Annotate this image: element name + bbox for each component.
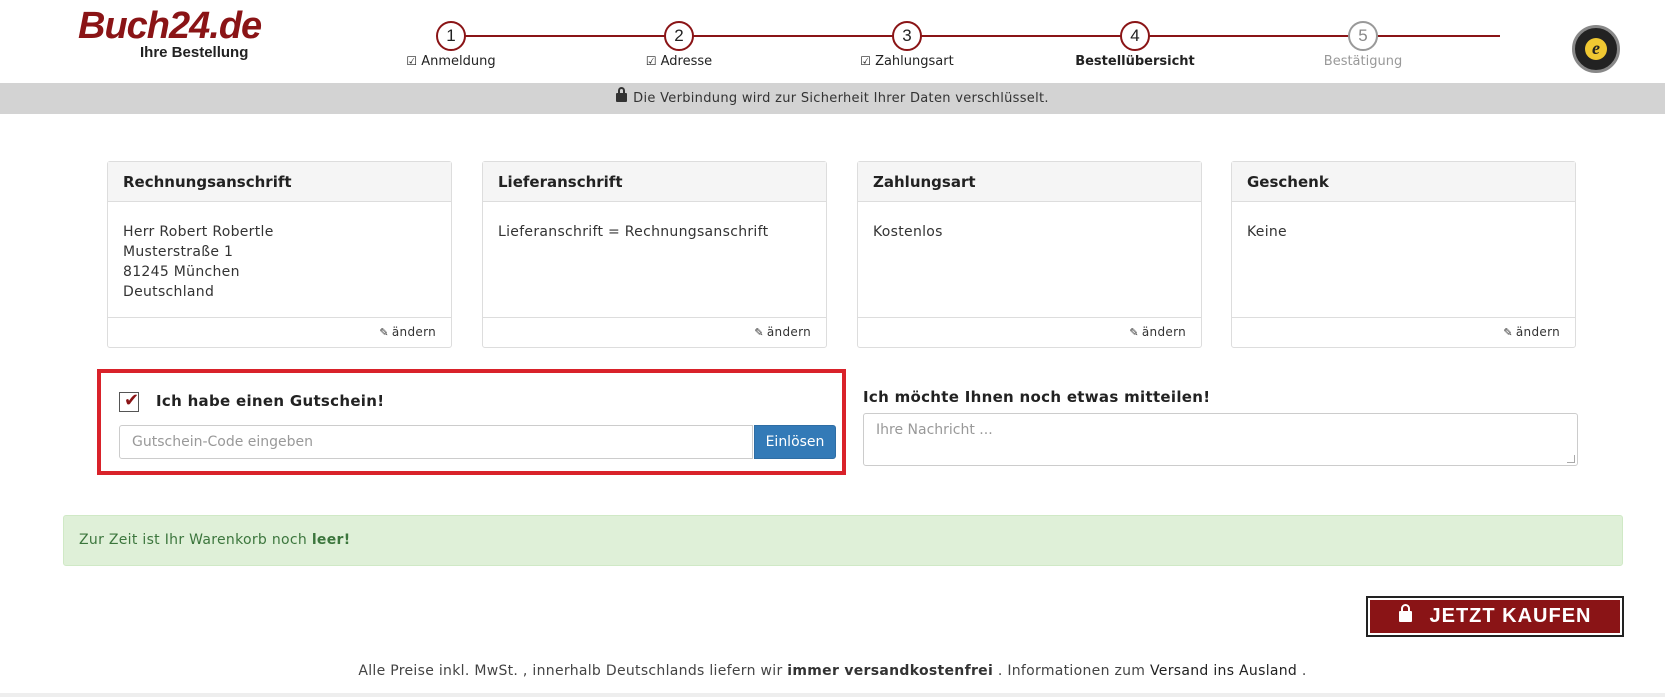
address-line: Deutschland [123, 284, 215, 300]
header: Buch24.de Ihre Bestellung 1 2 3 4 5 ☑ Anm… [0, 0, 1665, 83]
step-3-label[interactable]: ☑ Zahlungsart [860, 54, 953, 69]
lock-icon [1398, 604, 1412, 622]
coupon-label[interactable]: Ich habe einen Gutschein! [156, 392, 384, 410]
card-payment-method: Zahlungsart Kostenlos ✎ ändern [857, 161, 1202, 348]
address-line: 81245 München [123, 264, 240, 280]
message-placeholder: Ihre Nachricht ... [876, 422, 993, 438]
pencil-icon: ✎ [1503, 326, 1513, 339]
secure-connection-bar: Die Verbindung wird zur Sicherheit Ihrer… [0, 83, 1665, 114]
card-body: Lieferanschrift = Rechnungsanschrift [483, 202, 826, 317]
buy-now-button[interactable]: JETZT KAUFEN [1366, 596, 1624, 637]
edit-gift-link[interactable]: ✎ ändern [1232, 317, 1575, 347]
message-label: Ich möchte Ihnen noch etwas mitteilen! [863, 388, 1211, 406]
step-1-label[interactable]: ☑ Anmeldung [406, 54, 495, 69]
card-title: Geschenk [1232, 162, 1575, 202]
footer-text-3: . [1297, 663, 1307, 679]
card-title: Rechnungsanschrift [108, 162, 451, 202]
secure-text: Die Verbindung wird zur Sicherheit Ihrer… [633, 91, 1049, 106]
step-2-label[interactable]: ☑ Adresse [646, 54, 712, 69]
gift-line: Keine [1247, 224, 1287, 240]
shipping-line: Lieferanschrift = Rechnungsanschrift [498, 224, 769, 240]
edit-label: ändern [1141, 325, 1186, 339]
footer-divider [0, 693, 1665, 697]
footer-text-1: Alle Preise inkl. MwSt. , innerhalb Deut… [358, 663, 788, 679]
coupon-section: ✔ Ich habe einen Gutschein! Gutschein-Co… [97, 369, 846, 475]
redeem-button[interactable]: Einlösen [754, 425, 836, 459]
step-connector [465, 35, 1500, 37]
step-2-circle[interactable]: 2 [664, 21, 694, 51]
card-gift: Geschenk Keine ✎ ändern [1231, 161, 1576, 348]
step-1-text: Anmeldung [421, 54, 496, 69]
footer-text-2: . Informationen zum [993, 663, 1150, 679]
payment-line: Kostenlos [873, 224, 943, 240]
address-line: Herr Robert Robertle [123, 224, 274, 240]
step-5-label: Bestätigung [1323, 54, 1403, 69]
alert-text: Zur Zeit ist Ihr Warenkorb noch [79, 532, 312, 548]
cart-empty-alert: Zur Zeit ist Ihr Warenkorb noch leer! [63, 515, 1623, 566]
edit-payment-link[interactable]: ✎ ändern [858, 317, 1201, 347]
card-title: Lieferanschrift [483, 162, 826, 202]
alert-bold: leer! [311, 532, 351, 548]
address-line: Musterstraße 1 [123, 244, 234, 260]
edit-billing-link[interactable]: ✎ ändern [108, 317, 451, 347]
step-4-label: Bestellübersicht [1075, 54, 1195, 69]
checkmark-icon: ✔ [124, 390, 140, 411]
buy-now-label: JETZT KAUFEN [1429, 605, 1592, 627]
edit-label: ändern [1515, 325, 1560, 339]
pencil-icon: ✎ [1129, 326, 1139, 339]
coupon-code-input[interactable]: Gutschein-Code eingeben [119, 425, 753, 459]
buy-now-inner: JETZT KAUFEN [1370, 600, 1620, 633]
lock-icon [616, 87, 628, 102]
edit-label: ändern [391, 325, 436, 339]
card-body: Herr Robert Robertle Musterstraße 1 8124… [108, 202, 451, 317]
card-shipping-address: Lieferanschrift Lieferanschrift = Rechnu… [482, 161, 827, 348]
resize-handle-icon[interactable] [1567, 455, 1575, 463]
checkout-steps: 1 2 3 4 5 ☑ Anmeldung ☑ Adresse ☑ Zahlungsa… [0, 0, 1665, 83]
trusted-shops-icon[interactable]: e [1572, 25, 1620, 73]
pencil-icon: ✎ [379, 326, 389, 339]
card-body: Keine [1232, 202, 1575, 317]
trusted-shops-e-icon: e [1585, 38, 1607, 60]
check-square-icon: ☑ [645, 54, 657, 68]
coupon-checkbox[interactable]: ✔ [119, 390, 140, 412]
step-2-text: Adresse [660, 54, 713, 69]
step-5-circle: 5 [1348, 21, 1378, 51]
step-4-circle: 4 [1120, 21, 1150, 51]
footer-note: Alle Preise inkl. MwSt. , innerhalb Deut… [0, 663, 1665, 679]
card-billing-address: Rechnungsanschrift Herr Robert Robertle … [107, 161, 452, 348]
message-textarea[interactable]: Ihre Nachricht ... [863, 413, 1578, 466]
step-3-circle[interactable]: 3 [892, 21, 922, 51]
shipping-abroad-link[interactable]: Versand ins Ausland [1150, 663, 1297, 679]
card-body: Kostenlos [858, 202, 1201, 317]
step-3-text: Zahlungsart [875, 54, 954, 69]
step-1-circle[interactable]: 1 [436, 21, 466, 51]
edit-label: ändern [766, 325, 811, 339]
edit-shipping-link[interactable]: ✎ ändern [483, 317, 826, 347]
footer-bold: immer versandkostenfrei [787, 663, 994, 679]
check-square-icon: ☑ [860, 54, 872, 68]
pencil-icon: ✎ [754, 326, 764, 339]
card-title: Zahlungsart [858, 162, 1201, 202]
check-square-icon: ☑ [406, 54, 418, 68]
